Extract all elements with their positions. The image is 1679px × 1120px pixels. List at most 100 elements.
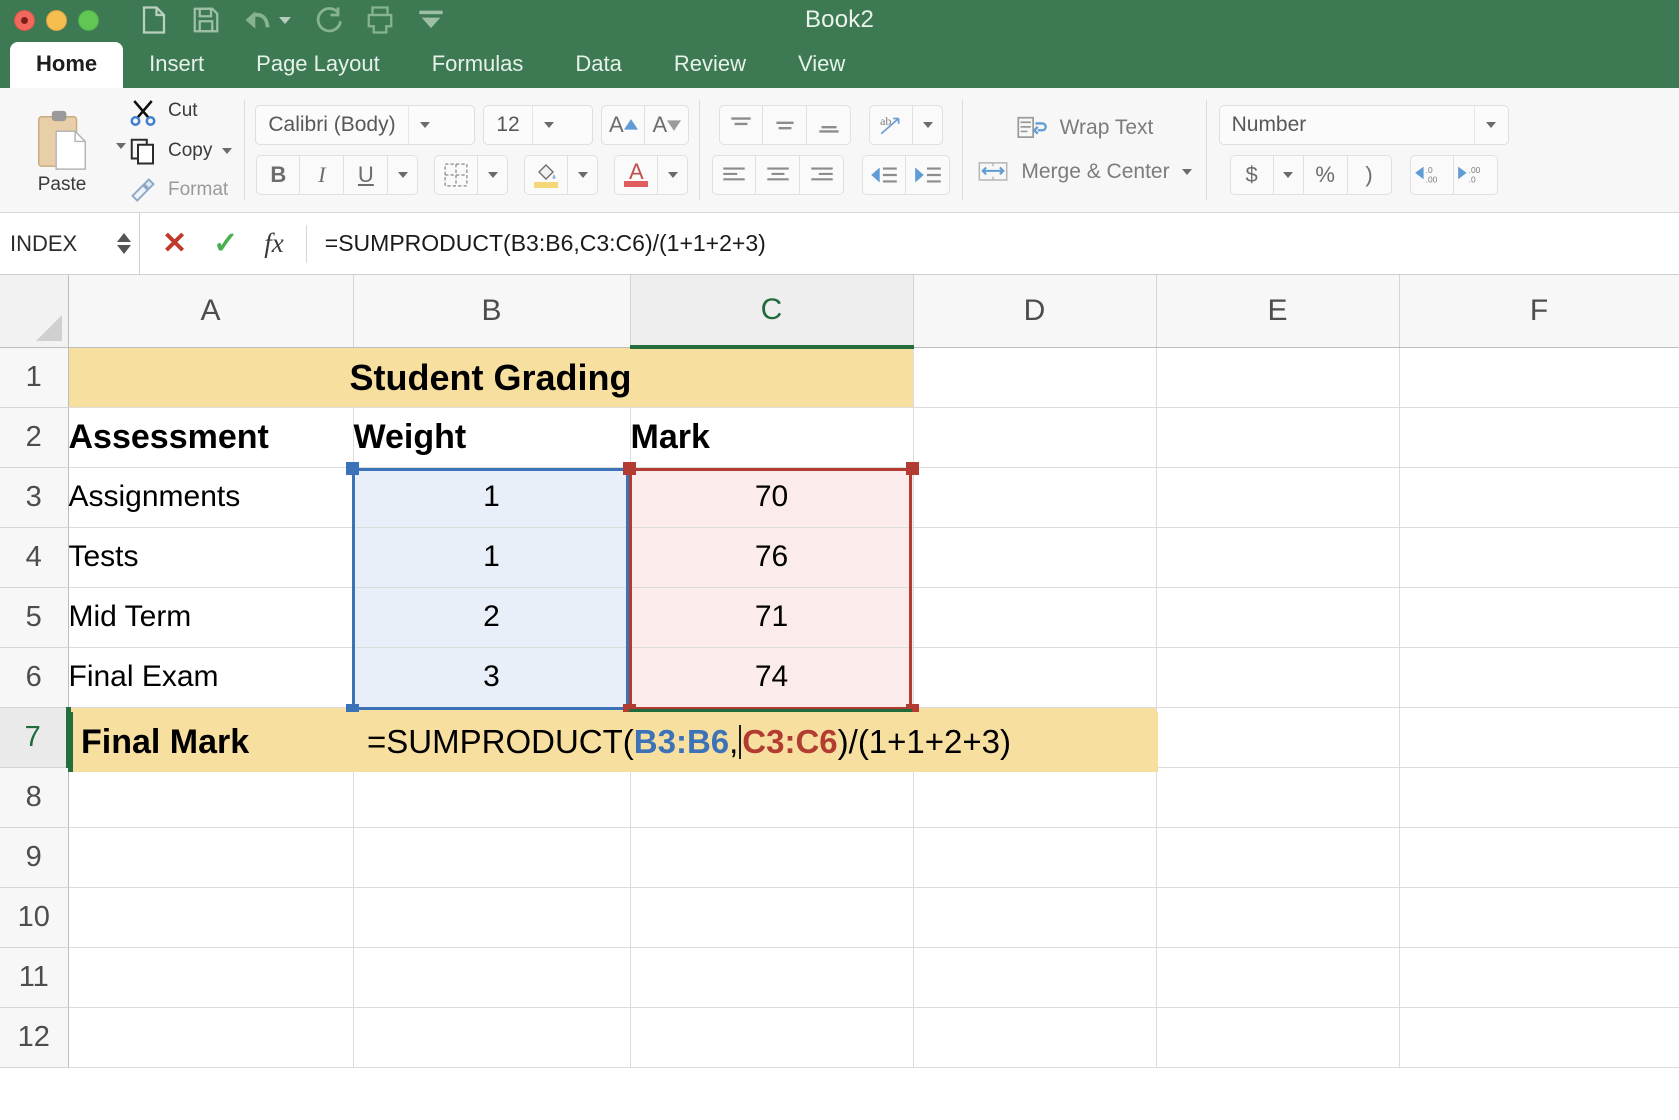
underline-button[interactable]: U	[344, 155, 389, 195]
font-size-select[interactable]: 12	[483, 105, 594, 145]
cell-C9[interactable]	[630, 827, 914, 888]
cell-E1[interactable]	[1156, 347, 1400, 408]
format-painter-button[interactable]: Format	[128, 176, 232, 204]
cell-F10[interactable]	[1399, 887, 1679, 948]
row-header-7[interactable]: 7	[0, 707, 71, 768]
font-size-caret[interactable]	[531, 106, 566, 144]
decrease-font-size-button[interactable]: A	[645, 105, 690, 145]
orientation-dropdown-caret[interactable]	[913, 105, 944, 145]
cell-D9[interactable]	[913, 827, 1157, 888]
copy-button[interactable]: Copy	[128, 136, 233, 166]
cell-E9[interactable]	[1156, 827, 1400, 888]
tab-home[interactable]: Home	[10, 42, 124, 88]
align-center-button[interactable]	[756, 155, 801, 195]
formula-input[interactable]: =SUMPRODUCT(B3:B6,C3:C6)/(1+1+2+3)	[307, 230, 766, 257]
cell-D1[interactable]	[913, 347, 1157, 408]
align-top-button[interactable]	[719, 105, 764, 145]
range-handle-weight-topleft[interactable]	[346, 462, 359, 475]
decrease-indent-button[interactable]	[862, 155, 907, 195]
cell-F11[interactable]	[1399, 947, 1679, 1008]
cell-A6[interactable]: Final Exam	[68, 647, 354, 708]
new-document-icon[interactable]	[139, 4, 169, 36]
column-header-e[interactable]: E	[1156, 275, 1400, 348]
undo-icon[interactable]	[243, 6, 291, 34]
print-icon[interactable]	[365, 5, 395, 35]
align-left-button[interactable]	[712, 155, 757, 195]
paste-button[interactable]: Paste	[8, 104, 116, 196]
merge-dropdown-caret[interactable]	[1181, 169, 1192, 175]
cell-A12[interactable]	[68, 1007, 354, 1068]
cell-B2[interactable]: Weight	[353, 407, 631, 468]
row-header-1[interactable]: 1	[0, 347, 69, 408]
orientation-button[interactable]: ab	[869, 105, 914, 145]
borders-button[interactable]	[434, 155, 479, 195]
cell-F5[interactable]	[1399, 587, 1679, 648]
cell-C12[interactable]	[630, 1007, 914, 1068]
cell-D11[interactable]	[913, 947, 1157, 1008]
select-all-corner[interactable]	[0, 275, 69, 348]
tab-insert[interactable]: Insert	[123, 42, 230, 88]
cell-E2[interactable]	[1156, 407, 1400, 468]
merge-center-button[interactable]: Merge & Center	[977, 158, 1192, 186]
redo-icon[interactable]	[313, 5, 343, 35]
increase-decimal-button[interactable]: .00 .0	[1453, 155, 1498, 195]
cell-E12[interactable]	[1156, 1007, 1400, 1068]
cell-D2[interactable]	[913, 407, 1157, 468]
column-header-b[interactable]: B	[353, 275, 631, 348]
customize-toolbar-icon[interactable]	[417, 9, 445, 31]
cell-C10[interactable]	[630, 887, 914, 948]
tab-review[interactable]: Review	[648, 42, 772, 88]
column-header-f[interactable]: F	[1399, 275, 1679, 348]
cell-F6[interactable]	[1399, 647, 1679, 708]
cell-A8[interactable]	[68, 767, 354, 828]
cell-A10[interactable]	[68, 887, 354, 948]
cell-D8[interactable]	[913, 767, 1157, 828]
comma-format-button[interactable]: )	[1347, 155, 1392, 195]
range-handle-mark-topleft[interactable]	[623, 462, 636, 475]
cell-F1[interactable]	[1399, 347, 1679, 408]
align-right-button[interactable]	[800, 155, 845, 195]
range-handle-mark-topright[interactable]	[906, 462, 919, 475]
cell-D5[interactable]	[913, 587, 1157, 648]
cell-F4[interactable]	[1399, 527, 1679, 588]
cell-B8[interactable]	[353, 767, 631, 828]
column-header-c[interactable]: C	[630, 275, 914, 349]
cell-F2[interactable]	[1399, 407, 1679, 468]
tab-data[interactable]: Data	[549, 42, 647, 88]
font-color-button[interactable]: A	[614, 155, 659, 195]
cell-A4[interactable]: Tests	[68, 527, 354, 588]
insert-function-icon[interactable]: fx	[264, 228, 284, 259]
cell-B4[interactable]: 1	[353, 527, 631, 588]
cell-D4[interactable]	[913, 527, 1157, 588]
cell-B10[interactable]	[353, 887, 631, 948]
cell-A9[interactable]	[68, 827, 354, 888]
column-header-d[interactable]: D	[913, 275, 1157, 348]
spreadsheet-grid[interactable]: A B C D E F 1 Student Grading 2 Assessme…	[0, 275, 1679, 1120]
font-color-dropdown-caret[interactable]	[658, 155, 689, 195]
increase-font-size-button[interactable]: A	[601, 105, 646, 145]
tab-formulas[interactable]: Formulas	[406, 42, 550, 88]
cell-F8[interactable]	[1399, 767, 1679, 828]
number-format-caret[interactable]	[1473, 106, 1508, 144]
font-family-caret[interactable]	[407, 106, 442, 144]
cancel-formula-icon[interactable]: ✕	[162, 226, 187, 261]
maximize-window-button[interactable]	[78, 9, 99, 31]
name-box[interactable]: INDEX	[0, 213, 140, 274]
cell-B6[interactable]: 3	[353, 647, 631, 708]
cell-B9[interactable]	[353, 827, 631, 888]
cell-D3[interactable]	[913, 467, 1157, 528]
percent-format-button[interactable]: %	[1303, 155, 1348, 195]
font-family-select[interactable]: Calibri (Body)	[255, 105, 476, 145]
cell-C3[interactable]: 70	[630, 467, 914, 528]
cell-E6[interactable]	[1156, 647, 1400, 708]
cell-F12[interactable]	[1399, 1007, 1679, 1068]
cut-button[interactable]: Cut	[128, 96, 232, 126]
cell-F7[interactable]	[1399, 707, 1679, 768]
cell-D10[interactable]	[913, 887, 1157, 948]
cell-C4[interactable]: 76	[630, 527, 914, 588]
borders-dropdown-caret[interactable]	[478, 155, 509, 195]
cell-A5[interactable]: Mid Term	[68, 587, 354, 648]
cell-A7-overlay-label[interactable]: Final Mark	[68, 712, 353, 772]
cell-E11[interactable]	[1156, 947, 1400, 1008]
wrap-text-button[interactable]: Wrap Text	[1016, 114, 1153, 142]
